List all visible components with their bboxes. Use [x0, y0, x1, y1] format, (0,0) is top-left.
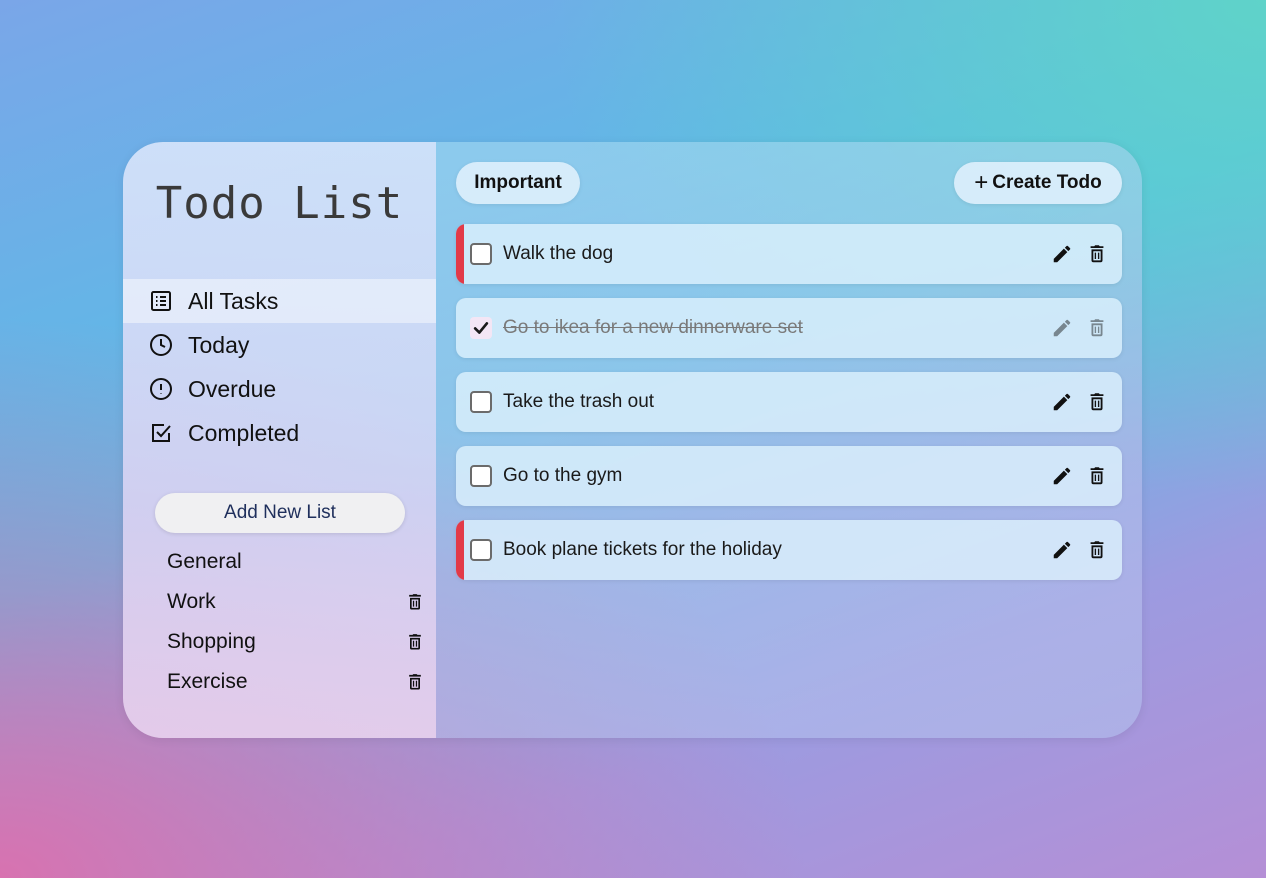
pencil-icon	[1053, 541, 1071, 559]
delete-button[interactable]	[1086, 317, 1108, 339]
app-title: Todo List	[155, 178, 404, 229]
todo-list: Walk the dog Go to ikea for a new dinner…	[456, 224, 1122, 594]
todo-text: Go to ikea for a new dinnerware set	[503, 317, 803, 338]
list-label: Shopping	[167, 630, 256, 653]
todo-actions	[1038, 539, 1108, 561]
trash-icon[interactable]	[405, 672, 425, 692]
alert-icon	[150, 378, 172, 400]
custom-lists: General Work Shopping Exercise	[167, 542, 427, 702]
todo-item: Book plane tickets for the holiday	[456, 520, 1122, 580]
list-item-work[interactable]: Work	[167, 582, 427, 622]
todo-actions	[1038, 243, 1108, 265]
list-label: Work	[167, 590, 216, 613]
edit-button[interactable]	[1051, 391, 1073, 413]
todo-text: Book plane tickets for the holiday	[503, 539, 782, 560]
pencil-icon	[1053, 245, 1071, 263]
edit-button[interactable]	[1051, 539, 1073, 561]
todo-text: Go to the gym	[503, 465, 623, 486]
todo-checkbox[interactable]	[470, 539, 492, 561]
todo-item: Go to ikea for a new dinnerware set	[456, 298, 1122, 358]
trash-icon[interactable]	[405, 632, 425, 652]
delete-button[interactable]	[1086, 391, 1108, 413]
trash-icon	[1090, 467, 1104, 485]
edit-button[interactable]	[1051, 243, 1073, 265]
clock-icon	[150, 334, 172, 356]
app-card: Todo List All Tasks Today Overdue Comple…	[123, 142, 1142, 738]
create-todo-label: Create Todo	[992, 172, 1102, 193]
todo-text: Take the trash out	[503, 391, 655, 412]
todo-checkbox[interactable]	[470, 391, 492, 413]
list-item-shopping[interactable]: Shopping	[167, 622, 427, 662]
check-square-icon	[152, 424, 171, 442]
delete-button[interactable]	[1086, 465, 1108, 487]
nav-item-overdue[interactable]: Overdue	[123, 367, 436, 411]
delete-button[interactable]	[1086, 539, 1108, 561]
delete-button[interactable]	[1086, 243, 1108, 265]
nav-label: Completed	[188, 419, 300, 446]
pencil-icon	[1053, 319, 1071, 337]
nav-item-completed[interactable]: Completed	[123, 411, 436, 455]
checkmark-icon	[473, 322, 489, 334]
main-panel: Important + Create Todo Walk the dog Go …	[436, 142, 1142, 738]
todo-actions	[1038, 317, 1108, 339]
list-item-general[interactable]: General	[167, 542, 427, 582]
edit-button[interactable]	[1051, 465, 1073, 487]
nav-label: Overdue	[188, 375, 277, 402]
nav-label: Today	[188, 331, 250, 358]
nav-label: All Tasks	[188, 287, 279, 314]
trash-icon	[1090, 541, 1104, 559]
important-filter-button[interactable]: Important	[456, 162, 580, 204]
list-icon	[151, 291, 171, 311]
todo-checkbox[interactable]	[470, 243, 492, 265]
trash-icon	[1090, 319, 1104, 337]
sidebar: Todo List All Tasks Today Overdue Comple…	[123, 142, 436, 738]
todo-checkbox[interactable]	[470, 465, 492, 487]
todo-text: Walk the dog	[503, 243, 614, 264]
todo-actions	[1038, 465, 1108, 487]
nav-item-all-tasks[interactable]: All Tasks	[123, 279, 436, 323]
trash-icon	[1090, 245, 1104, 263]
edit-button[interactable]	[1051, 317, 1073, 339]
nav-menu: All Tasks Today Overdue Completed	[123, 279, 436, 455]
list-label: General	[167, 550, 242, 573]
list-label: Exercise	[167, 670, 248, 693]
nav-item-today[interactable]: Today	[123, 323, 436, 367]
trash-icon[interactable]	[405, 592, 425, 612]
pencil-icon	[1053, 467, 1071, 485]
todo-checkbox[interactable]	[470, 317, 492, 339]
pencil-icon	[1053, 393, 1071, 411]
todo-item: Go to the gym	[456, 446, 1122, 506]
todo-actions	[1038, 391, 1108, 413]
todo-item: Take the trash out	[456, 372, 1122, 432]
plus-icon: +	[974, 169, 989, 196]
list-item-exercise[interactable]: Exercise	[167, 662, 427, 702]
create-todo-button[interactable]: + Create Todo	[954, 162, 1122, 204]
add-new-list-button[interactable]: Add New List	[155, 493, 405, 533]
todo-item: Walk the dog	[456, 224, 1122, 284]
trash-icon	[1090, 393, 1104, 411]
